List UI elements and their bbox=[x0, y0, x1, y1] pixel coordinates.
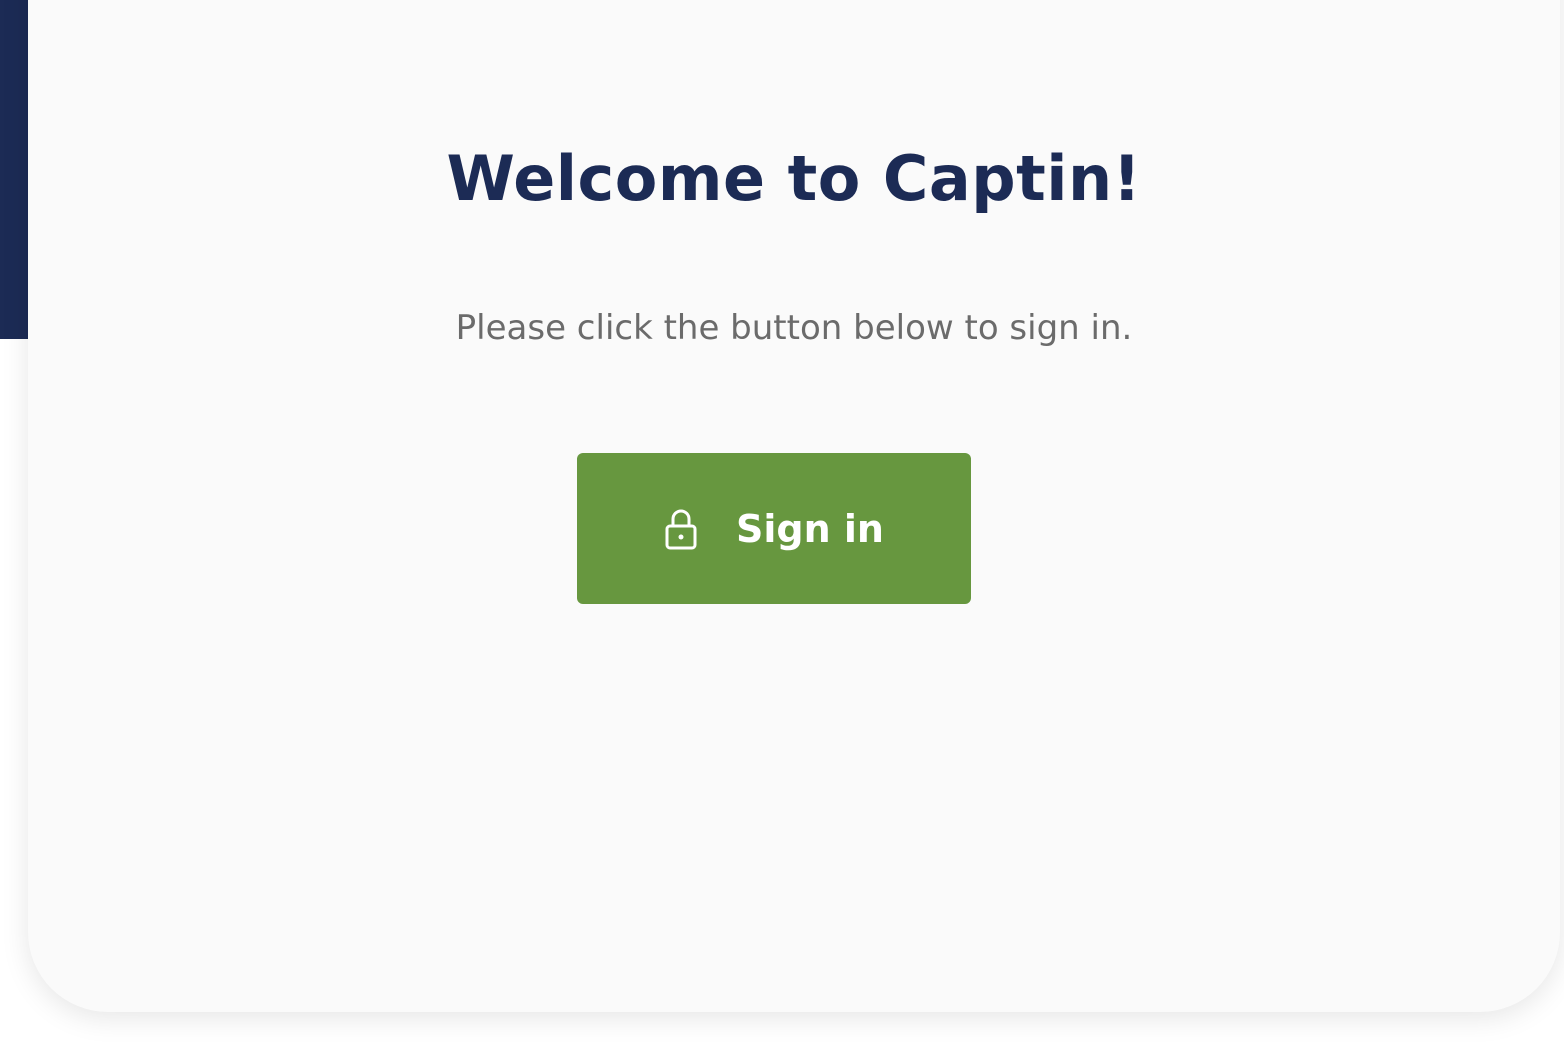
welcome-card: Welcome to Captin! Please click the butt… bbox=[28, 0, 1560, 1012]
page: Welcome to Captin! Please click the butt… bbox=[0, 0, 1564, 1047]
lock-icon bbox=[664, 508, 698, 550]
sign-in-label: Sign in bbox=[736, 506, 884, 551]
signin-instructions: Please click the button below to sign in… bbox=[455, 308, 1133, 348]
side-accent-bar bbox=[0, 0, 28, 339]
sign-in-button[interactable]: Sign in bbox=[577, 453, 971, 604]
page-title: Welcome to Captin! bbox=[446, 142, 1142, 215]
